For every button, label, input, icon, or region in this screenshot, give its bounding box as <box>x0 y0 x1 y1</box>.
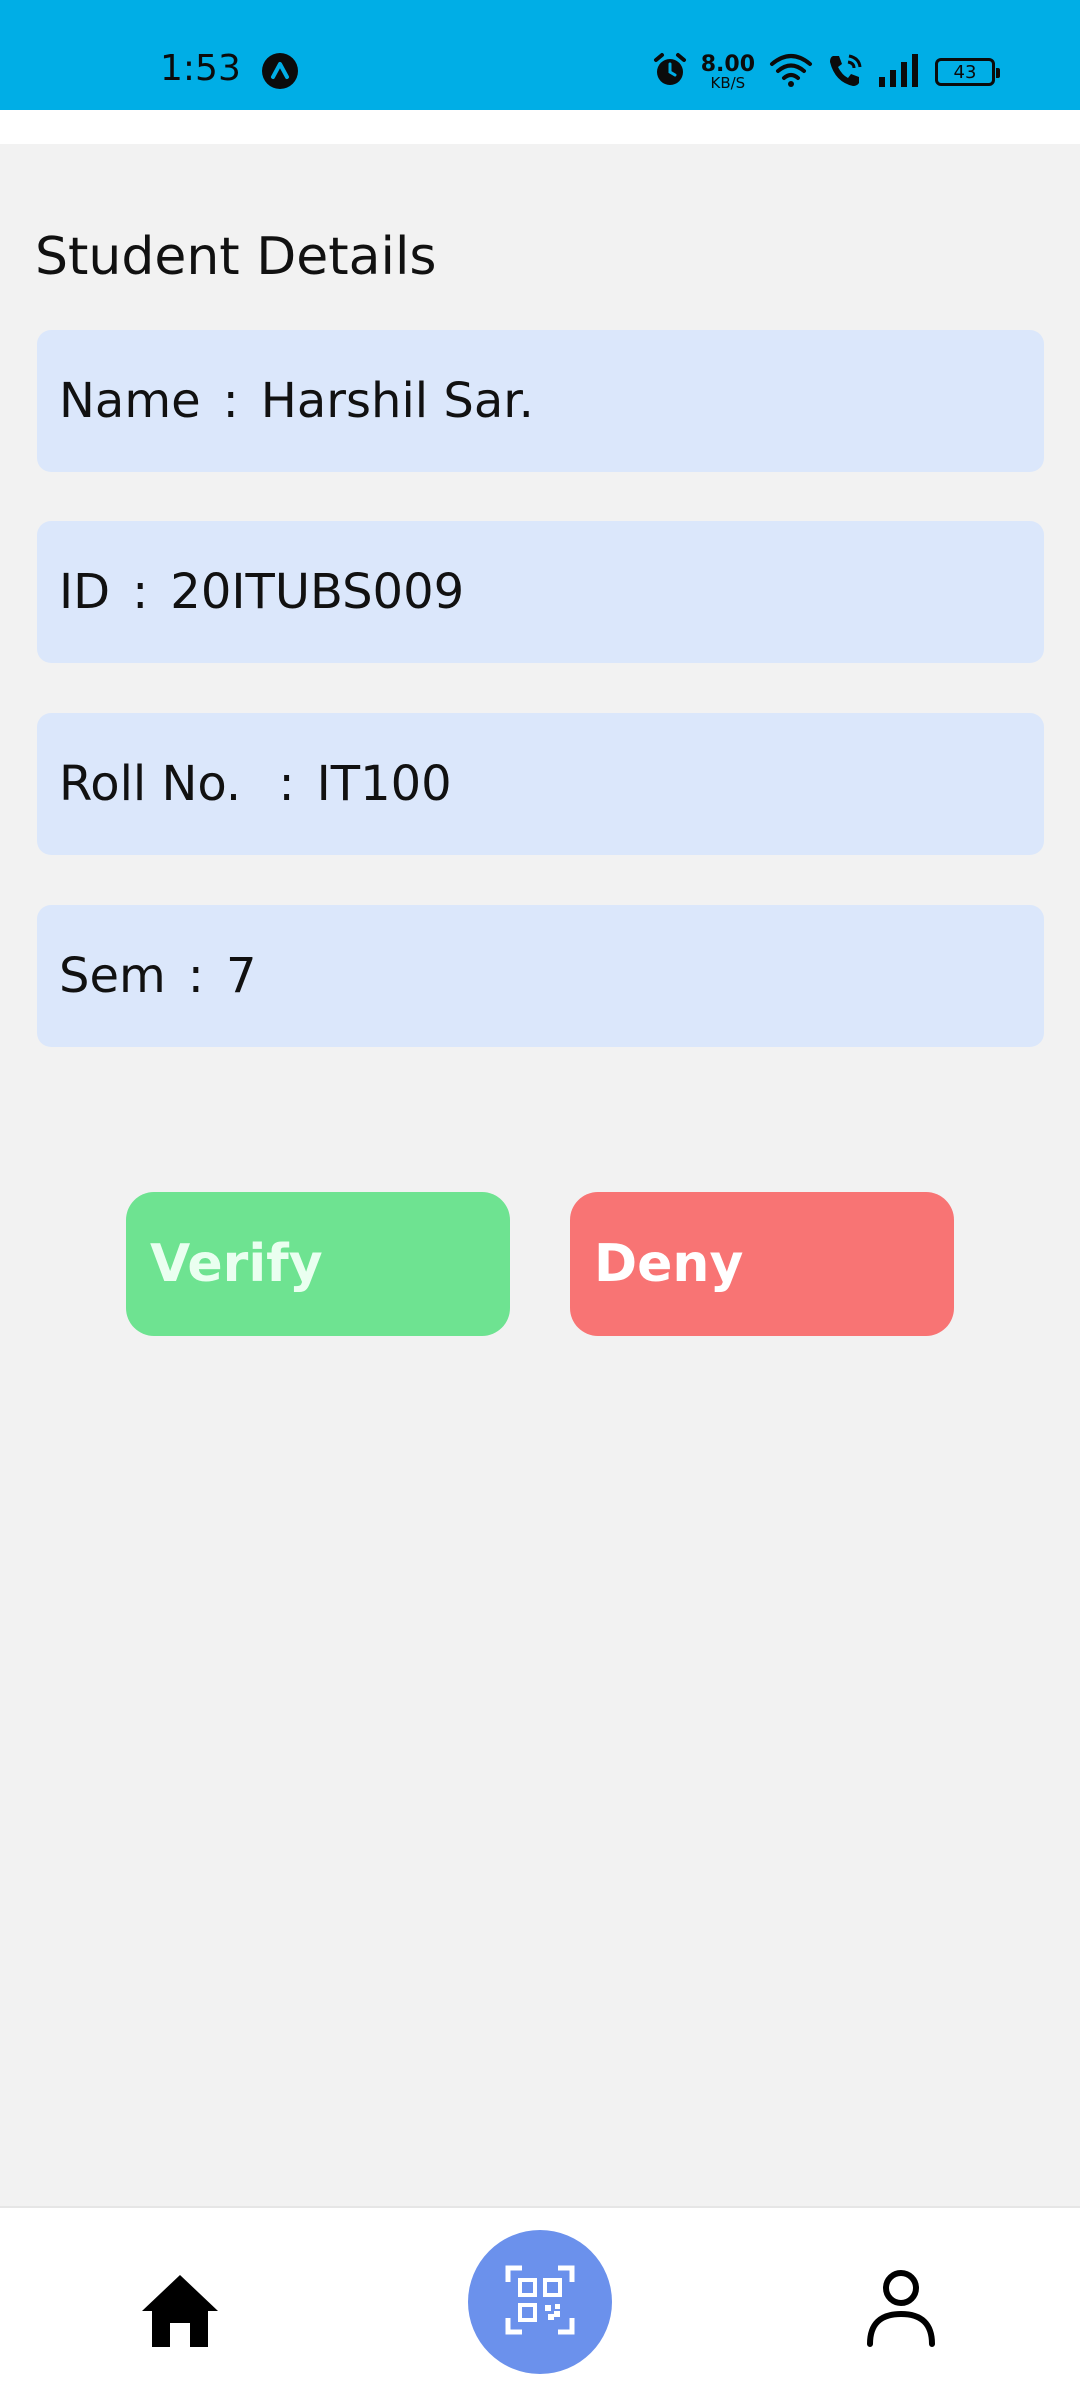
page-title: Student Details <box>35 227 437 287</box>
status-bar: 1:53 8.00 KB/S 43 <box>0 0 1080 110</box>
roll-no-value: IT100 <box>316 756 452 812</box>
network-speed-unit: KB/S <box>710 73 746 92</box>
id-value: 20ITUBS009 <box>170 564 465 620</box>
sem-separator: : <box>187 948 204 1004</box>
roll-no-label: Roll No. <box>59 756 257 812</box>
name-field: Name : Harshil Sar. <box>37 330 1044 472</box>
profile-icon[interactable] <box>864 2268 938 2348</box>
deny-button[interactable]: Deny <box>570 1192 954 1336</box>
status-icons: 8.00 KB/S 43 <box>653 50 1000 94</box>
qr-scan-button[interactable] <box>468 2230 612 2374</box>
id-label: ID <box>59 564 111 620</box>
sem-field: Sem : 7 <box>37 905 1044 1047</box>
sem-label: Sem <box>59 948 166 1004</box>
sem-value: 7 <box>225 948 257 1004</box>
battery-icon: 43 <box>935 58 1000 86</box>
alarm-icon <box>653 52 687 92</box>
status-time: 1:53 <box>160 48 241 89</box>
qr-scan-icon <box>504 2264 576 2340</box>
header-strip <box>0 110 1080 144</box>
network-speed: 8.00 KB/S <box>700 51 755 92</box>
wifi-icon <box>769 52 813 92</box>
home-icon[interactable] <box>138 2271 222 2351</box>
name-label: Name <box>59 373 201 429</box>
app-notification-icon <box>262 53 298 89</box>
name-value: Harshil Sar. <box>260 373 534 429</box>
signal-icon <box>877 53 921 91</box>
verify-button[interactable]: Verify <box>126 1192 510 1336</box>
roll-no-separator: : <box>278 756 295 812</box>
roll-no-field: Roll No. : IT100 <box>37 713 1044 855</box>
name-separator: : <box>222 373 239 429</box>
wifi-calling-icon <box>827 52 863 92</box>
id-separator: : <box>132 564 149 620</box>
network-speed-value: 8.00 <box>700 51 755 77</box>
id-field: ID : 20ITUBS009 <box>37 521 1044 663</box>
bottom-nav <box>0 2206 1080 2400</box>
